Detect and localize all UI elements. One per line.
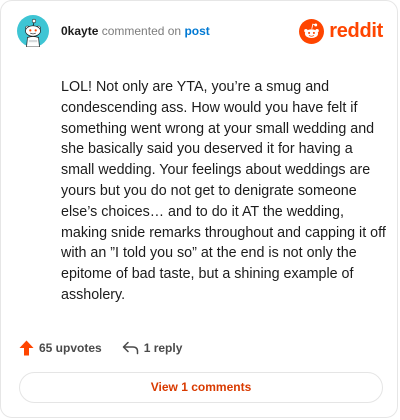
reply-button[interactable]: 1 reply — [122, 341, 183, 355]
snoo-avatar-icon — [17, 15, 49, 48]
upvote-button[interactable]: 65 upvotes — [19, 340, 102, 356]
reddit-brand[interactable]: reddit — [299, 17, 383, 45]
comment-action-text: commented on — [101, 24, 182, 38]
comment-meta: 0kayte commented on post — [61, 24, 210, 38]
post-link[interactable]: post — [184, 24, 209, 38]
comment-card: 0kayte commented on post reddit LOL! Not… — [0, 0, 398, 418]
comment-header: 0kayte commented on post reddit — [17, 15, 383, 51]
reddit-logo-icon — [299, 18, 325, 44]
reply-count: 1 reply — [143, 341, 183, 355]
comment-body: LOL! Not only are YTA, you’re a smug and… — [61, 79, 386, 303]
reddit-wordmark: reddit — [329, 19, 383, 42]
view-comments-button[interactable]: View 1 comments — [19, 372, 383, 403]
upvote-count: 65 upvotes — [39, 341, 102, 355]
reply-arrow-icon — [122, 341, 138, 355]
username-link[interactable]: 0kayte — [61, 24, 98, 38]
comment-actions: 65 upvotes 1 reply — [19, 338, 182, 358]
avatar[interactable] — [17, 15, 49, 48]
upvote-arrow-icon — [19, 340, 34, 356]
